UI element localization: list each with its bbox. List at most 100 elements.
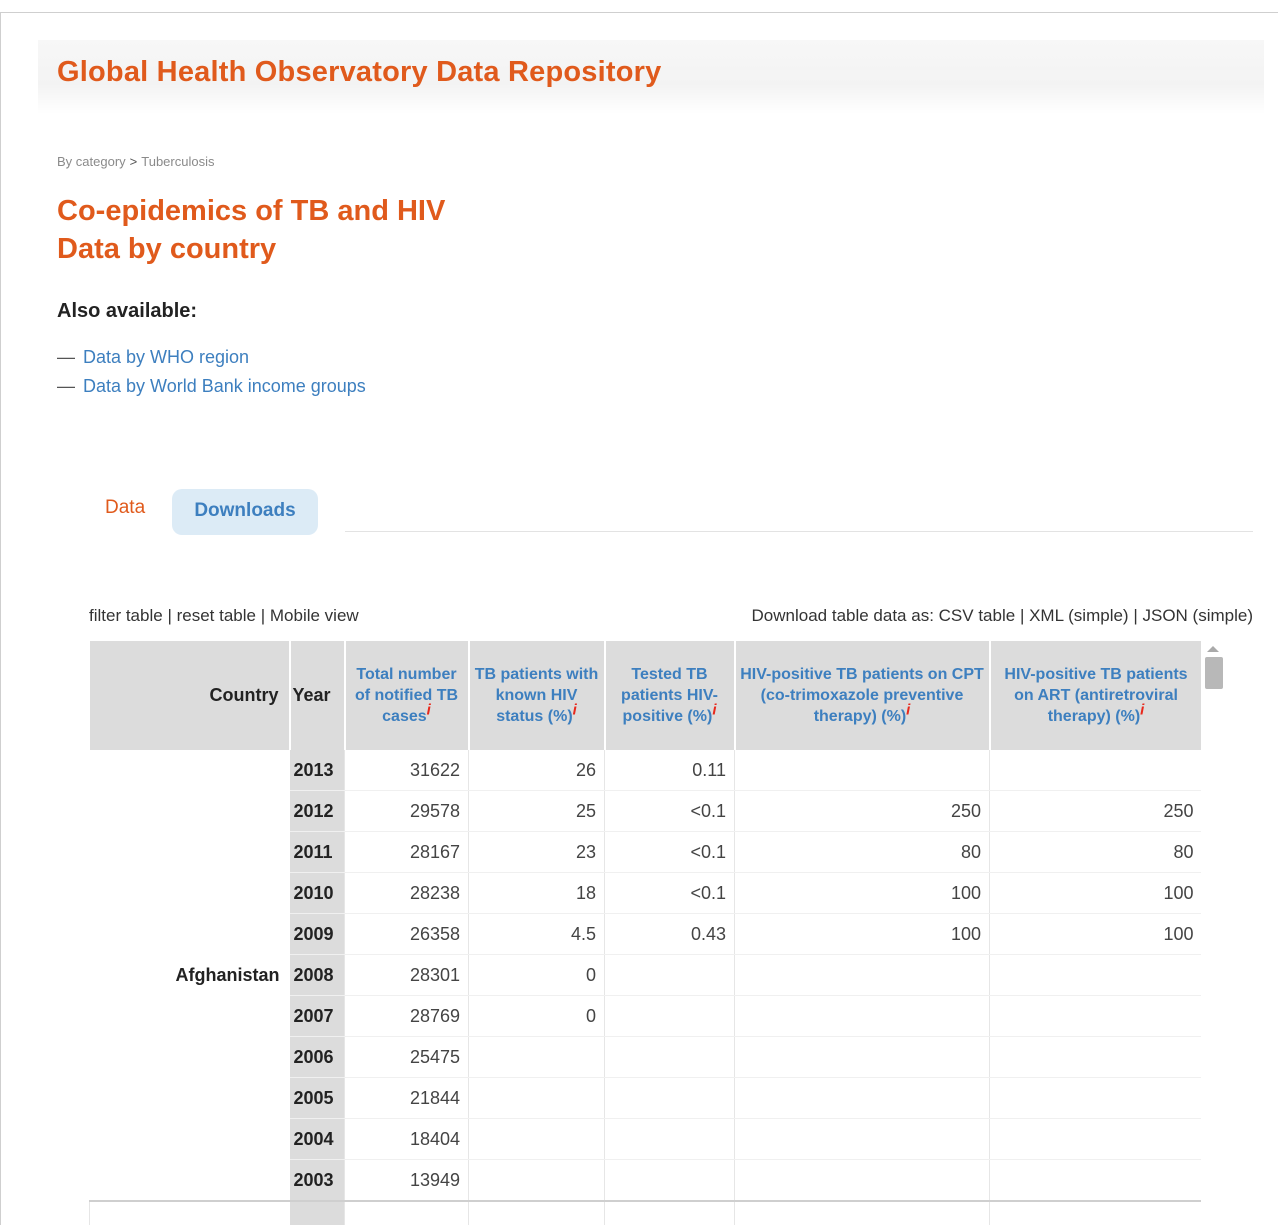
year-cell: 2008 bbox=[289, 954, 345, 996]
header-label: HIV-positive TB patients on CPT (co-trim… bbox=[740, 666, 984, 725]
country-cell bbox=[89, 1200, 290, 1225]
total-cell bbox=[344, 1200, 469, 1225]
site-title[interactable]: Global Health Observatory Data Repositor… bbox=[57, 56, 661, 89]
info-icon[interactable]: i bbox=[573, 702, 577, 719]
total-cell: 28238 bbox=[344, 872, 469, 914]
tested-cell bbox=[604, 1200, 735, 1225]
tested-cell: 0.43 bbox=[604, 913, 735, 955]
tab-downloads[interactable]: Downloads bbox=[172, 489, 318, 535]
link-who-region[interactable]: Data by WHO region bbox=[83, 347, 249, 367]
year-cell: 2003 bbox=[289, 1159, 345, 1202]
download-separator: | bbox=[1133, 606, 1138, 625]
page-title: Co-epidemics of TB and HIV Data by count… bbox=[57, 192, 445, 268]
year-cell: 2011 bbox=[289, 831, 345, 873]
header-label: TB patients with known HIV status (%) bbox=[474, 666, 599, 725]
column-header-art[interactable]: HIV-positive TB patients on ART (antiret… bbox=[988, 641, 1201, 750]
download-csv-link[interactable]: CSV table bbox=[939, 606, 1016, 625]
total-cell: 26358 bbox=[344, 913, 469, 955]
download-json-link[interactable]: JSON (simple) bbox=[1142, 606, 1253, 625]
header-label: HIV-positive TB patients on ART (antiret… bbox=[1004, 666, 1188, 725]
year-cell: 2009 bbox=[289, 913, 345, 955]
cpt-cell: 100 bbox=[734, 872, 990, 914]
info-icon[interactable]: i bbox=[1140, 702, 1144, 719]
reset-table-link[interactable]: reset table bbox=[177, 606, 256, 625]
download-separator: | bbox=[1019, 606, 1025, 625]
info-icon[interactable]: i bbox=[427, 702, 431, 719]
filter-table-link[interactable]: filter table bbox=[89, 606, 163, 625]
known-cell: 25 bbox=[468, 790, 605, 832]
art-cell bbox=[989, 1036, 1201, 1078]
cpt-cell bbox=[734, 1200, 990, 1225]
link-income-groups[interactable]: Data by World Bank income groups bbox=[83, 376, 366, 396]
year-cell: 2007 bbox=[289, 995, 345, 1037]
cpt-cell: 100 bbox=[734, 913, 990, 955]
scroll-up-arrow-icon[interactable] bbox=[1207, 646, 1219, 652]
total-cell: 21844 bbox=[344, 1077, 469, 1119]
total-cell: 29578 bbox=[344, 790, 469, 832]
column-header-country[interactable]: Country bbox=[89, 641, 290, 750]
table-header-row: Country Year Total number of notified TB… bbox=[89, 641, 1201, 750]
known-cell: 23 bbox=[468, 831, 605, 873]
table-tools: filter table | reset table | Mobile view bbox=[89, 606, 359, 626]
art-cell: 100 bbox=[989, 913, 1201, 955]
tab-divider bbox=[345, 531, 1253, 532]
tested-cell: <0.1 bbox=[604, 831, 735, 873]
cpt-cell: 250 bbox=[734, 790, 990, 832]
info-icon[interactable]: i bbox=[712, 702, 716, 719]
total-cell: 18404 bbox=[344, 1118, 469, 1160]
known-cell bbox=[468, 1118, 605, 1160]
cpt-cell bbox=[734, 1077, 990, 1119]
download-xml-link[interactable]: XML (simple) bbox=[1029, 606, 1129, 625]
art-cell bbox=[989, 995, 1201, 1037]
known-cell: 0 bbox=[468, 954, 605, 996]
column-header-total-cases[interactable]: Total number of notified TB casesi bbox=[343, 641, 469, 750]
country-cell: Afghanistan bbox=[89, 750, 290, 1202]
art-cell bbox=[989, 1159, 1201, 1202]
dash-icon: — bbox=[57, 347, 75, 367]
cpt-cell bbox=[734, 1036, 990, 1078]
tools-separator: | bbox=[260, 606, 266, 625]
tested-cell bbox=[604, 1077, 735, 1119]
known-cell: 26 bbox=[468, 750, 605, 791]
tools-separator: | bbox=[167, 606, 172, 625]
cpt-cell bbox=[734, 995, 990, 1037]
breadcrumb-by-category[interactable]: By category bbox=[57, 154, 126, 169]
tab-data[interactable]: Data bbox=[105, 497, 145, 519]
column-header-cpt[interactable]: HIV-positive TB patients on CPT (co-trim… bbox=[733, 641, 990, 750]
tested-cell bbox=[604, 1159, 735, 1202]
total-cell: 13949 bbox=[344, 1159, 469, 1202]
tested-cell bbox=[604, 954, 735, 996]
art-cell bbox=[989, 750, 1201, 791]
column-header-tested-hiv-positive[interactable]: Tested TB patients HIV-positive (%)i bbox=[603, 641, 735, 750]
cpt-cell bbox=[734, 750, 990, 791]
tested-cell bbox=[604, 1118, 735, 1160]
column-header-year[interactable]: Year bbox=[288, 641, 345, 750]
total-cell: 28301 bbox=[344, 954, 469, 996]
column-header-known-hiv-status[interactable]: TB patients with known HIV status (%)i bbox=[467, 641, 605, 750]
year-cell: 2013 bbox=[289, 750, 345, 791]
table-scrollbar[interactable] bbox=[1203, 641, 1225, 1225]
total-cell: 31622 bbox=[344, 750, 469, 791]
info-icon[interactable]: i bbox=[906, 702, 910, 719]
year-cell: 2010 bbox=[289, 872, 345, 914]
year-cell: 2006 bbox=[289, 1036, 345, 1078]
total-cell: 28167 bbox=[344, 831, 469, 873]
known-cell: 4.5 bbox=[468, 913, 605, 955]
page-title-line1: Co-epidemics of TB and HIV bbox=[57, 195, 446, 227]
tested-cell: <0.1 bbox=[604, 872, 735, 914]
breadcrumb: By category > Tuberculosis bbox=[57, 154, 214, 169]
year-cell: 2012 bbox=[289, 790, 345, 832]
art-cell bbox=[989, 1200, 1201, 1225]
cpt-cell: 80 bbox=[734, 831, 990, 873]
known-cell bbox=[468, 1036, 605, 1078]
header-label: Total number of notified TB cases bbox=[354, 666, 459, 725]
year-cell: 2005 bbox=[289, 1077, 345, 1119]
mobile-view-link[interactable]: Mobile view bbox=[270, 606, 359, 625]
known-cell bbox=[468, 1200, 605, 1225]
breadcrumb-tuberculosis[interactable]: Tuberculosis bbox=[141, 154, 214, 169]
total-cell: 25475 bbox=[344, 1036, 469, 1078]
scrollbar-thumb[interactable] bbox=[1205, 657, 1223, 689]
tested-cell bbox=[604, 1036, 735, 1078]
known-cell: 18 bbox=[468, 872, 605, 914]
tested-cell: 0.11 bbox=[604, 750, 735, 791]
